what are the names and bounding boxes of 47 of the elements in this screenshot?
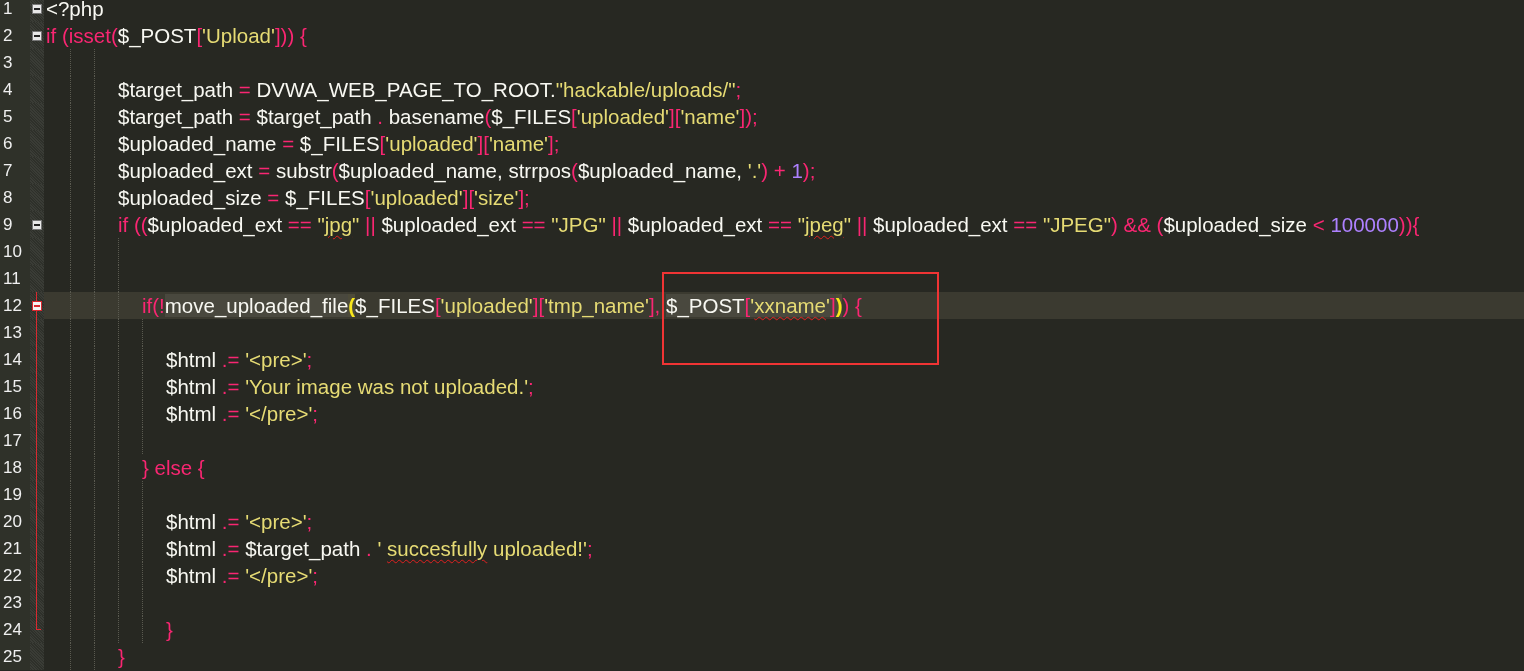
code-line: $uploaded_name = $_FILES['uploaded']['name']; — [117, 131, 560, 157]
line-number: 20 — [0, 508, 30, 535]
code-editor[interactable] — [0, 0, 1524, 671]
code-line: $html .= '<pre>'; — [165, 509, 313, 535]
line-number: 22 — [0, 562, 30, 589]
line-number: 23 — [0, 589, 30, 616]
line-number: 14 — [0, 346, 30, 373]
line-number: 25 — [0, 643, 30, 670]
line-number: 5 — [0, 103, 30, 130]
line-number: 4 — [0, 76, 30, 103]
line-number: 18 — [0, 454, 30, 481]
line-number: 19 — [0, 481, 30, 508]
line-number: 24 — [0, 616, 30, 643]
line-number: 8 — [0, 184, 30, 211]
code-line: $html .= 'Your image was not uploaded.'; — [165, 374, 534, 400]
fold-collapse-icon[interactable] — [32, 31, 42, 41]
code-line: if (isset($_POST['Upload'])) { — [46, 23, 307, 49]
line-number: 15 — [0, 373, 30, 400]
line-number: 11 — [0, 265, 30, 292]
line-number: 12 — [0, 292, 30, 319]
line-number: 6 — [0, 130, 30, 157]
code-line: $target_path = $target_path . basename($_FILES['uploaded']['name']); — [117, 104, 758, 130]
code-line: $uploaded_ext = substr($uploaded_name, strrpos($uploaded_name, '.') + 1); — [117, 158, 816, 184]
code-line: } else { — [141, 455, 205, 481]
code-line: $html .= '</pre>'; — [165, 401, 318, 427]
line-number: 3 — [0, 49, 30, 76]
fold-collapse-icon[interactable] — [32, 4, 42, 14]
code-line: <?php — [46, 0, 104, 22]
code-line: if (($uploaded_ext == "jpg" || $uploaded_ext == "JPG" || $uploaded_ext == "jpeg" || $uploaded_ext == "JPEG") && ($uploaded_size < 100000)){ — [117, 212, 1420, 238]
code-line: $uploaded_size = $_FILES['uploaded']['size']; — [117, 185, 530, 211]
code-line: $target_path = DVWA_WEB_PAGE_TO_ROOT."hackable/uploads/"; — [117, 77, 742, 103]
code-line: if(!move_uploaded_file($_FILES['uploaded']['tmp_name'], $_POST['xxname'])) { — [141, 293, 862, 319]
line-number: 21 — [0, 535, 30, 562]
line-number: 9 — [0, 211, 30, 238]
line-number: 17 — [0, 427, 30, 454]
code-line: } — [117, 644, 125, 670]
line-number: 7 — [0, 157, 30, 184]
line-number: 13 — [0, 319, 30, 346]
line-number: 10 — [0, 238, 30, 265]
code-line: $html .= $target_path . ' succesfully uploaded!'; — [165, 536, 593, 562]
fold-collapse-icon[interactable] — [32, 220, 42, 230]
line-number: 2 — [0, 22, 30, 49]
line-number: 16 — [0, 400, 30, 427]
line-number: 1 — [0, 0, 30, 22]
code-line: $html .= '<pre>'; — [165, 347, 313, 373]
code-line: } — [165, 617, 173, 643]
code-line: $html .= '</pre>'; — [165, 563, 318, 589]
